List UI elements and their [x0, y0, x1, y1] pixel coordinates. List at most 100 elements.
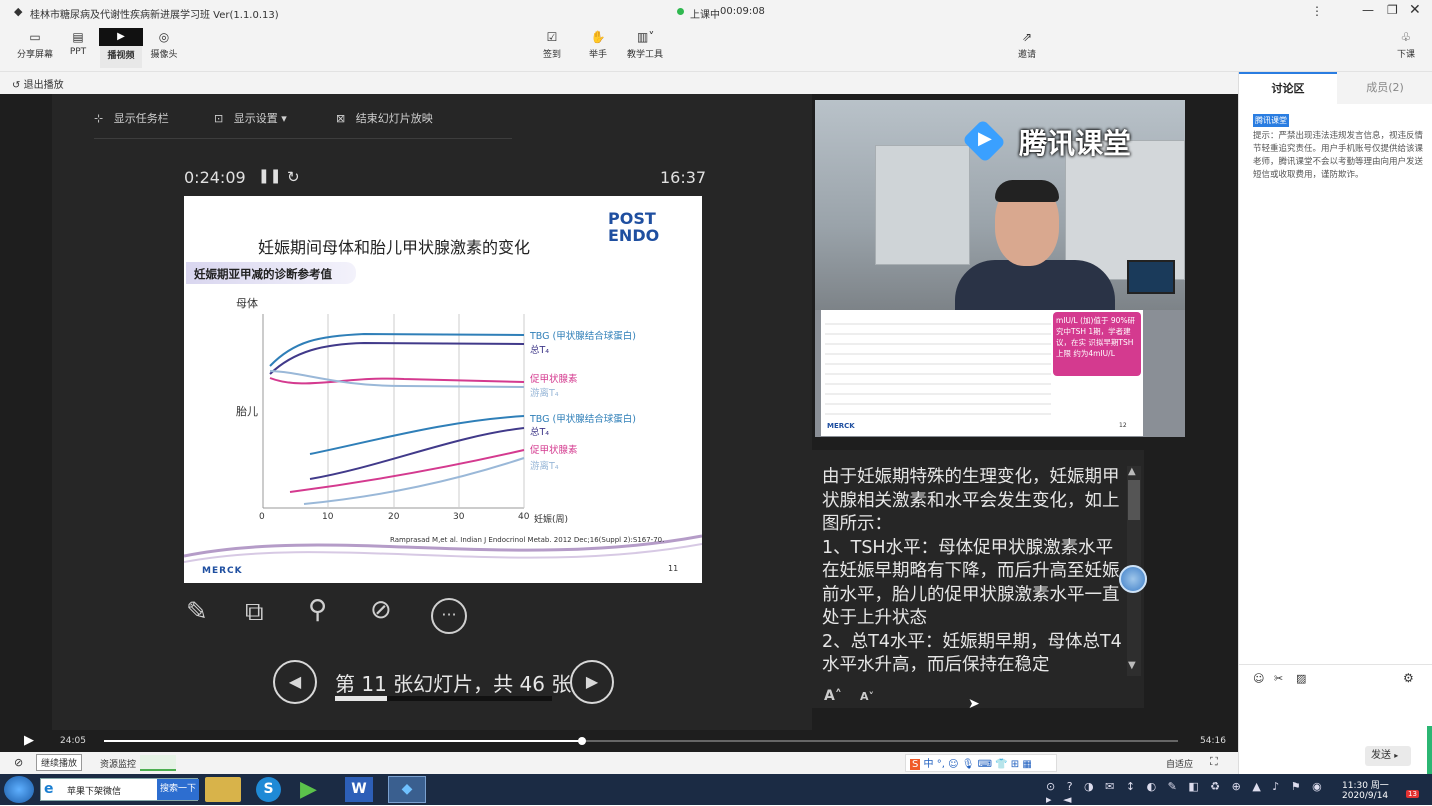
zoom-icon[interactable]: ⚲ [308, 595, 327, 625]
live-status-label: 上课中 [690, 10, 720, 21]
search-button[interactable]: 搜索一下 [157, 779, 199, 800]
playback-bar: ▶ 24:05 54:16 [0, 730, 1238, 752]
floating-avatar[interactable] [1119, 565, 1147, 593]
play-video-button[interactable]: ▶ 播视频 [99, 28, 143, 68]
ime-tools-icon: °, ☺ 🎙 ⌨ 👕 ⊞ ▦ [936, 759, 1032, 770]
end-slideshow-button[interactable]: ⊠ 结束幻灯片放映 [336, 110, 433, 126]
scroll-down-icon[interactable]: ▼ [1128, 660, 1136, 671]
slide-progress-fill [335, 696, 388, 701]
resource-monitor-graph [140, 755, 176, 771]
scroll-thumb[interactable] [1128, 480, 1140, 520]
current-slide: 妊娠期间母体和胎儿甲状腺激素的变化 POST ENDO 妊娠期亚甲减的诊断参考值… [184, 196, 702, 583]
checkin-button[interactable]: ☑ 签到 [531, 28, 573, 68]
taskbar-app-wps[interactable]: W [345, 777, 373, 802]
embedded-merck-logo: MERCK [827, 422, 855, 430]
emoji-icon[interactable]: ☺ [1253, 672, 1264, 685]
start-button[interactable] [4, 776, 34, 803]
image-icon[interactable]: ▨ [1296, 672, 1306, 685]
embedded-slide: mIU/L (加)值于 90%研究中TSH 1期，学者建议，在实 识拟早期TSH… [821, 310, 1143, 436]
fit-window-label[interactable]: 自适应 [1166, 757, 1193, 770]
playback-knob[interactable] [577, 737, 586, 745]
maternal-label: 母体 [236, 297, 258, 310]
ime-toolbar[interactable]: S 中 °, ☺ 🎙 ⌨ 👕 ⊞ ▦ [905, 754, 1057, 772]
slide-citation: Ramprasad M,et al. Indian J Endocrinol M… [390, 536, 665, 544]
bell-icon: ♧ [1400, 30, 1412, 44]
more-options-icon[interactable]: ··· [431, 598, 467, 634]
more-menu-icon[interactable]: ⋮ [1311, 4, 1323, 18]
merck-logo: MERCK [202, 566, 243, 576]
teaching-tools-button[interactable]: ▥˅ 教学工具 [623, 28, 667, 68]
tab-members[interactable]: 成员(2) [1337, 72, 1432, 104]
taskbar-app-tencent-class[interactable]: ◆ [388, 776, 426, 803]
right-sidebar: 讨论区 成员(2) 腾讯课堂 提示：严禁出现违法违规发言信息，视违反情节轻重追究… [1238, 72, 1432, 774]
presenter-hair [995, 180, 1059, 202]
scroll-up-icon[interactable]: ▲ [1128, 466, 1136, 477]
display-settings-icon: ⊡ [214, 112, 224, 125]
restore-icon[interactable]: ❐ [1387, 3, 1398, 17]
title-bar: ◆ 桂林市糖尿病及代谢性疾病新进展学习班 Ver(1.1.0.13) 上课中 0… [0, 0, 1432, 24]
show-taskbar-button[interactable]: ⊹ 显示任务栏 [94, 110, 169, 126]
taskbar-app-skype[interactable]: S [256, 777, 281, 802]
window-title: 桂林市糖尿病及代谢性疾病新进展学习班 Ver(1.1.0.13) [30, 10, 279, 21]
reset-timer-icon[interactable]: ↻ [287, 168, 300, 186]
sogou-icon: S [910, 759, 921, 770]
ie-icon: e [44, 781, 54, 797]
play-icon[interactable]: ▶ [24, 733, 34, 748]
x-tick-40: 40 [518, 512, 530, 522]
legend-maternal-tsh: 促甲状腺素 [530, 374, 578, 385]
next-slide-button[interactable]: ▶ [570, 660, 614, 704]
clock-date[interactable]: 2020/9/14 [1342, 791, 1388, 801]
exit-playback-button[interactable]: ↺ 退出播放 [12, 76, 64, 91]
decrease-font-button[interactable]: A˅ [860, 690, 874, 703]
mic-off-icon[interactable]: ⊘ [14, 756, 23, 769]
invite-button[interactable]: ⇗ 邀请 [1006, 28, 1048, 68]
end-class-button[interactable]: ♧ 下课 [1385, 28, 1427, 68]
end-slideshow-icon: ⊠ [336, 112, 346, 125]
raise-hand-button[interactable]: ✋ 举手 [577, 28, 619, 68]
speaker-notes: 由于妊娠期特殊的生理变化，妊娠期甲状腺相关激素和水平会发生变化，如上图所示： 1… [822, 467, 1122, 675]
camera-button[interactable]: ◎ 摄像头 [143, 28, 185, 68]
taskbar-app-explorer[interactable] [205, 777, 241, 802]
slides-grid-icon[interactable]: ⧉ [245, 597, 264, 628]
fetal-tbg-curve [309, 415, 525, 455]
display-settings-button[interactable]: ⊡ 显示设置 ▾ [214, 110, 287, 126]
exit-playback-bar: ↺ 退出播放 [0, 72, 1238, 94]
minimize-icon[interactable]: — [1362, 3, 1374, 17]
previous-slide-button[interactable]: ◀ [273, 660, 317, 704]
maternal-tbg-curve [269, 332, 525, 367]
pause-icon[interactable]: ❚❚ [258, 168, 281, 184]
elapsed-time: 0:24:09 [184, 168, 246, 187]
slide-counter: 第 11 张幻灯片，共 46 张 [335, 672, 572, 696]
x-axis-label: 妊娠(周) [534, 515, 569, 525]
clock-time[interactable]: 11:30 周一 [1342, 778, 1389, 791]
resource-monitor-label[interactable]: 资源监控 [100, 757, 136, 770]
tab-discussion[interactable]: 讨论区 [1239, 72, 1337, 104]
increase-font-button[interactable]: A˄ [824, 688, 842, 704]
continue-playback-button[interactable]: 继续播放 [36, 754, 83, 771]
notification-badge[interactable]: 13 [1406, 790, 1419, 798]
taskbar-icon: ⊹ [94, 112, 104, 125]
playback-track[interactable] [104, 737, 1178, 745]
browser-search-box[interactable]: e 苹果下架微信 搜索一下 [40, 778, 199, 801]
current-time: 24:05 [60, 736, 86, 746]
wall-clock: 16:37 [660, 168, 707, 187]
settings-icon[interactable]: ⚙ [1403, 671, 1414, 685]
system-tray: ⊙ ? ◑ ✉ ↕ ◐ ✎ ◧ ♻ ⊕ ▲ ♪ ⚑ ◉ ▸ ◄ [1046, 780, 1336, 806]
total-time: 54:16 [1200, 736, 1226, 746]
tray-icons[interactable]: ⊙ ? ◑ ✉ ↕ ◐ ✎ ◧ ♻ ⊕ ▲ ♪ ⚑ ◉ ▸ ◄ [1046, 780, 1326, 806]
share-screen-button[interactable]: ▭ 分享屏幕 [14, 28, 56, 68]
x-tick-20: 20 [388, 512, 400, 522]
pen-icon[interactable]: ✎ [186, 597, 208, 627]
live-timer: 00:09:08 [720, 6, 765, 17]
legend-maternal-t4: 总T₄ [530, 345, 550, 356]
scissors-icon[interactable]: ✂ [1274, 672, 1283, 685]
ppt-button[interactable]: ▤ PPT [57, 28, 99, 68]
screen-off-icon[interactable]: ⊘ [370, 595, 392, 625]
camera-icon: ◎ [158, 30, 170, 44]
taskbar-app-player[interactable]: ▶ [300, 777, 328, 802]
main-toolbar: ▭ 分享屏幕 ▤ PPT ▶ 播视频 ◎ 摄像头 ☑ 签到 ✋ 举手 ▥˅ 教学… [0, 24, 1432, 72]
send-button[interactable]: 发送 ▸ [1365, 746, 1411, 766]
close-icon[interactable]: ✕ [1409, 2, 1421, 18]
status-bar: ⊘ 继续播放 资源监控 S 中 °, ☺ 🎙 ⌨ 👕 ⊞ ▦ 自适应 ⛶ [0, 752, 1238, 774]
fullscreen-icon[interactable]: ⛶ [1210, 755, 1218, 769]
